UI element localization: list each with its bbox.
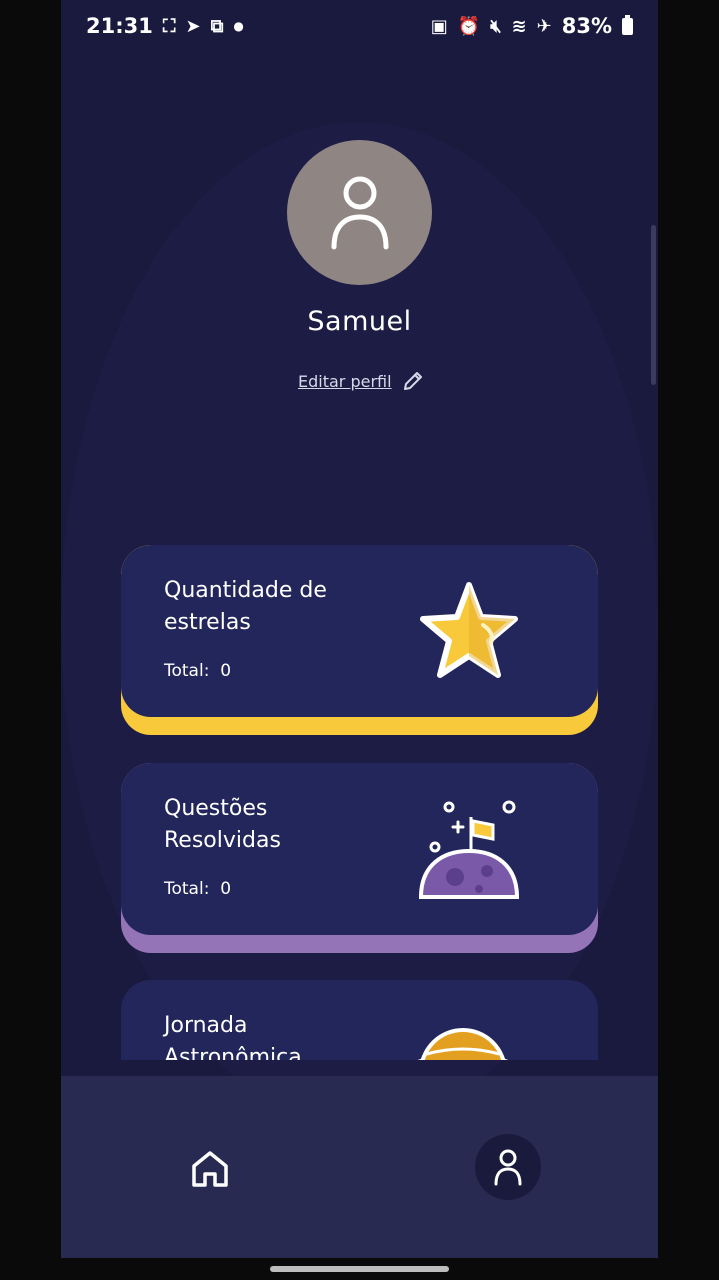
battery-saver-icon: ▣ — [430, 15, 448, 37]
screenshot-icon: ⛶ — [162, 15, 176, 37]
stars-card-face: Quantidade de estrelas Total: 0 — [121, 545, 598, 717]
app-screen: Samuel Editar perfil Quantidade de estre… — [61, 0, 658, 1258]
stars-card[interactable]: Quantidade de estrelas Total: 0 — [121, 545, 598, 735]
alarm-icon: ⏰ — [457, 15, 481, 37]
telegram-icon: ➤ — [185, 15, 201, 37]
stars-card-title: Quantidade de estrelas — [164, 578, 327, 635]
screen-record-icon: ⧉ — [210, 15, 224, 37]
stars-total-label: Total: — [164, 661, 210, 681]
battery-percent: 83% — [561, 14, 612, 38]
edit-profile-link[interactable]: Editar perfil — [298, 370, 424, 392]
status-right: ▣ ⏰ 🔇︎ ≋ ✈ 83% — [431, 14, 633, 38]
scrollbar[interactable] — [651, 225, 656, 385]
questions-total-value: 0 — [220, 879, 232, 899]
airplane-icon: ✈ — [536, 15, 552, 37]
profile-name: Samuel — [307, 306, 412, 337]
home-indicator[interactable] — [270, 1266, 449, 1272]
star-icon — [420, 582, 518, 678]
stars-total-value: 0 — [220, 661, 232, 681]
home-icon[interactable] — [189, 1148, 231, 1190]
journey-card-title: Jornada Astronômica — [164, 1013, 302, 1060]
dot-icon: ● — [233, 19, 244, 33]
questions-total-label: Total: — [164, 879, 210, 899]
questions-card-total: Total: 0 — [164, 879, 231, 899]
nav-profile-button[interactable] — [475, 1134, 541, 1200]
pencil-icon — [403, 372, 422, 390]
status-bar: 21:31 ⛶ ➤ ⧉ ● ▣ ⏰ 🔇︎ ≋ ✈ 83% — [0, 0, 719, 52]
journey-card[interactable]: Jornada Astronômica — [121, 980, 598, 1060]
planet-flag-icon — [418, 800, 520, 899]
user-icon — [331, 176, 388, 249]
edit-profile-label: Editar perfil — [298, 371, 392, 391]
avatar[interactable] — [287, 140, 432, 285]
bottom-navbar — [61, 1076, 658, 1258]
wifi-icon: ≋ — [511, 15, 527, 37]
mute-icon: 🔇︎ — [490, 15, 502, 37]
profile-icon — [494, 1149, 522, 1186]
battery-icon — [622, 14, 633, 35]
questions-card-face: Questões Resolvidas Total: 0 — [121, 763, 598, 935]
planet-icon — [417, 1028, 509, 1060]
questions-card-title: Questões Resolvidas — [164, 796, 281, 853]
status-time: 21:31 — [86, 14, 153, 38]
questions-card[interactable]: Questões Resolvidas Total: 0 — [121, 763, 598, 953]
stars-card-total: Total: 0 — [164, 661, 231, 681]
status-left: 21:31 ⛶ ➤ ⧉ ● — [86, 14, 244, 38]
